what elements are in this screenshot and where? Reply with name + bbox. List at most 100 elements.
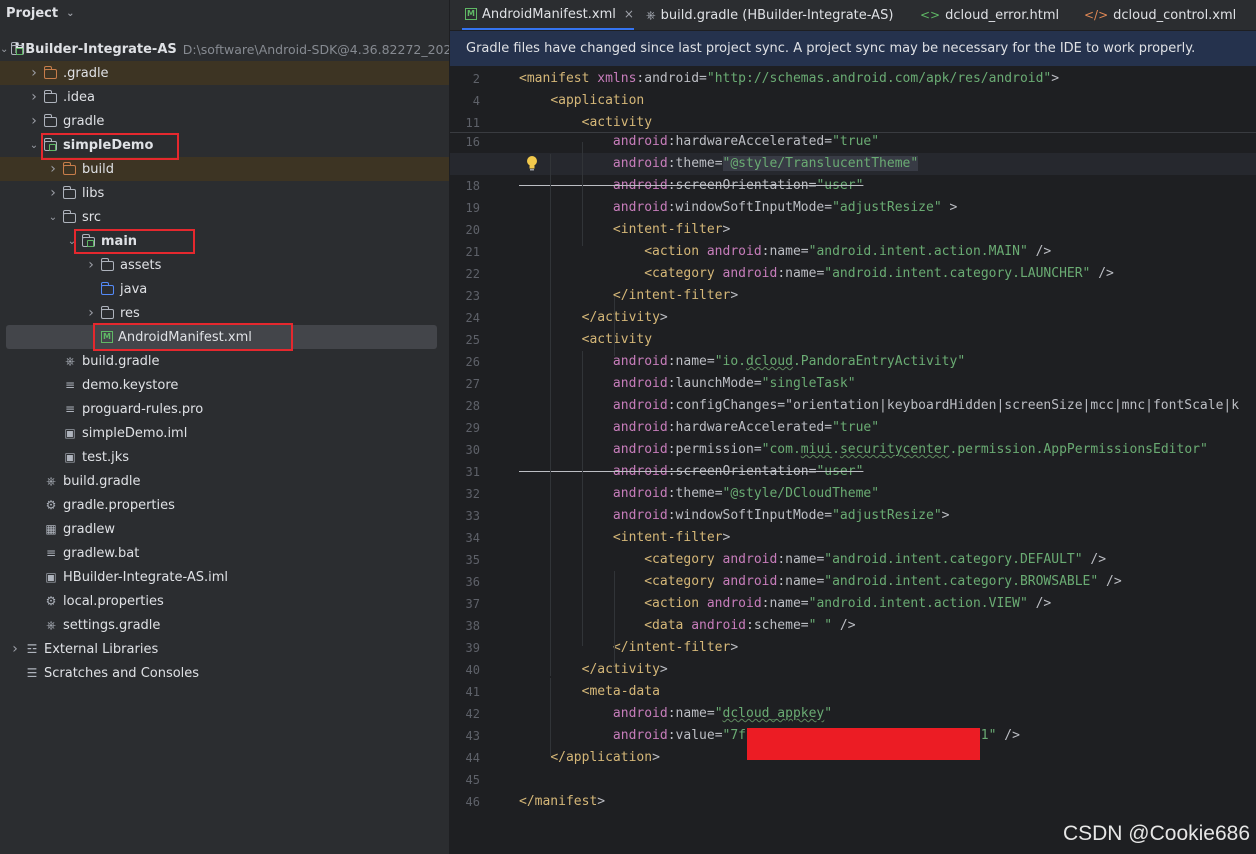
gradle-elephant-icon: ⎈ bbox=[46, 473, 56, 488]
chevron-right-icon[interactable]: › bbox=[8, 641, 22, 657]
chevron-right-icon[interactable]: › bbox=[46, 185, 60, 201]
code-editor[interactable]: 2411161718192021222324252627282930313233… bbox=[450, 66, 1256, 854]
iml-file-icon: ▣ bbox=[45, 570, 57, 584]
editor-tabs: M AndroidManifest.xml × ⎈ build.gradle (… bbox=[450, 0, 1256, 31]
chevron-right-icon[interactable]: › bbox=[27, 113, 41, 129]
tree-item[interactable]: ▣ simpleDemo.iml bbox=[0, 421, 449, 445]
code-line[interactable]: <category android:name="android.intent.c… bbox=[519, 549, 1106, 571]
chevron-down-icon[interactable]: ⌄ bbox=[27, 140, 41, 151]
tree-item-label: External Libraries bbox=[44, 641, 159, 657]
tree-item[interactable]: › gradle bbox=[0, 109, 449, 133]
tree-item[interactable]: java bbox=[0, 277, 449, 301]
tree-item-label: settings.gradle bbox=[63, 617, 161, 633]
line-number: 27 bbox=[465, 377, 480, 391]
tab-dcloud-control[interactable]: </> dcloud_control.xml bbox=[1084, 0, 1236, 30]
tree-item-label: assets bbox=[120, 257, 162, 273]
tree-item[interactable]: › .idea bbox=[0, 85, 449, 109]
code-line[interactable]: <activity bbox=[519, 329, 652, 351]
code-line[interactable]: </intent-filter> bbox=[519, 285, 738, 307]
manifest-file-icon: M bbox=[465, 8, 477, 20]
code-line[interactable]: android:screenOrientation="user" bbox=[519, 461, 863, 483]
tree-item[interactable]: ☰ Scratches and Consoles bbox=[0, 661, 449, 685]
code-line[interactable]: </activity> bbox=[519, 307, 668, 329]
tree-item[interactable]: ▣ test.jks bbox=[0, 445, 449, 469]
tree-item[interactable]: ≡ gradlew.bat bbox=[0, 541, 449, 565]
code-line[interactable]: android:hardwareAccelerated="true" bbox=[519, 131, 879, 153]
tree-item-label: build.gradle bbox=[63, 473, 141, 489]
code-line[interactable]: android:name="dcloud_appkey" bbox=[519, 703, 832, 725]
tab-androidmanifest[interactable]: M AndroidManifest.xml × bbox=[462, 0, 634, 30]
gradle-elephant-icon: ⎈ bbox=[46, 617, 56, 632]
tree-item[interactable]: › .gradle bbox=[0, 61, 449, 85]
sticky-lines-separator bbox=[450, 132, 1256, 133]
text-file-icon: ≡ bbox=[64, 378, 76, 392]
tree-item[interactable]: ≡ demo.keystore bbox=[0, 373, 449, 397]
chevron-right-icon[interactable]: › bbox=[27, 89, 41, 105]
settings-gear-icon: ⚙ bbox=[45, 594, 57, 608]
close-icon[interactable]: × bbox=[624, 7, 634, 21]
tab-label: dcloud_control.xml bbox=[1113, 7, 1237, 23]
code-line[interactable]: android:hardwareAccelerated="true" bbox=[519, 417, 879, 439]
tree-item-label: local.properties bbox=[63, 593, 164, 609]
code-line[interactable]: android:windowSoftInputMode="adjustResiz… bbox=[519, 197, 957, 219]
code-line[interactable]: <application bbox=[519, 90, 644, 112]
tree-item[interactable]: ≡ proguard-rules.pro bbox=[0, 397, 449, 421]
tree-item[interactable]: ⌄ main bbox=[0, 229, 449, 253]
chevron-right-icon[interactable]: › bbox=[46, 161, 60, 177]
chevron-right-icon[interactable]: › bbox=[84, 257, 98, 273]
code-line[interactable]: </application> bbox=[519, 747, 660, 769]
chevron-right-icon[interactable]: › bbox=[84, 305, 98, 321]
tab-build-gradle[interactable]: ⎈ build.gradle (HBuilder-Integrate-AS) bbox=[646, 0, 893, 30]
lightbulb-icon[interactable] bbox=[526, 155, 538, 171]
tree-item-label: .gradle bbox=[63, 65, 109, 81]
code-line[interactable]: android:theme="@style/DCloudTheme" bbox=[519, 483, 879, 505]
chevron-down-icon[interactable]: ⌄ bbox=[0, 44, 8, 55]
indent-guide bbox=[550, 678, 551, 756]
tree-item[interactable]: › res bbox=[0, 301, 449, 325]
code-line[interactable]: <manifest xmlns:android="http://schemas.… bbox=[519, 68, 1059, 90]
code-line[interactable]: <data android:scheme=" " /> bbox=[519, 615, 855, 637]
tree-item[interactable]: › libs bbox=[0, 181, 449, 205]
chevron-down-icon[interactable]: ⌄ bbox=[66, 8, 74, 19]
tree-item[interactable]: ⚙ local.properties bbox=[0, 589, 449, 613]
code-line[interactable]: <meta-data bbox=[519, 681, 660, 703]
folder-icon bbox=[62, 209, 78, 224]
code-line[interactable]: android:name="io.dcloud.PandoraEntryActi… bbox=[519, 351, 965, 373]
code-line[interactable]: </manifest> bbox=[519, 791, 605, 813]
line-number: 22 bbox=[465, 267, 480, 281]
line-number: 20 bbox=[465, 223, 480, 237]
folder-icon bbox=[100, 257, 116, 272]
chevron-right-icon[interactable]: › bbox=[27, 65, 41, 81]
tab-label: build.gradle (HBuilder-Integrate-AS) bbox=[660, 7, 894, 23]
code-line[interactable]: android:screenOrientation="user" bbox=[519, 175, 863, 197]
tree-item[interactable]: ⎈ settings.gradle bbox=[0, 613, 449, 637]
line-number: 44 bbox=[465, 751, 480, 765]
tree-item[interactable]: › build bbox=[0, 157, 449, 181]
tree-item[interactable]: ⎈ build.gradle bbox=[0, 349, 449, 373]
code-line[interactable]: </activity> bbox=[519, 659, 668, 681]
code-line[interactable]: android:configChanges="orientation|keybo… bbox=[519, 395, 1239, 417]
code-line[interactable]: android:permission="com.miui.securitycen… bbox=[519, 439, 1208, 461]
tree-item[interactable]: ⌄ HBuilder-Integrate-AS D:\software\Androi… bbox=[0, 37, 449, 61]
tree-item[interactable]: ▣ HBuilder-Integrate-AS.iml bbox=[0, 565, 449, 589]
code-line[interactable]: android:windowSoftInputMode="adjustResiz… bbox=[519, 505, 950, 527]
code-line[interactable]: android:theme="@style/TranslucentTheme" bbox=[519, 153, 919, 175]
tree-item[interactable]: ▦ gradlew bbox=[0, 517, 449, 541]
chevron-down-icon[interactable]: ⌄ bbox=[46, 212, 60, 223]
tree-item[interactable]: › ☲ External Libraries bbox=[0, 637, 449, 661]
code-line[interactable]: android:launchMode="singleTask" bbox=[519, 373, 856, 395]
tree-item[interactable]: ⎈ build.gradle bbox=[0, 469, 449, 493]
tree-item[interactable]: ⌄ src bbox=[0, 205, 449, 229]
library-icon: ☲ bbox=[26, 642, 38, 656]
code-line[interactable]: <category android:name="android.intent.c… bbox=[519, 263, 1114, 285]
tree-item-label: java bbox=[120, 281, 148, 297]
project-view-selector[interactable]: Project ⌄ bbox=[6, 4, 74, 22]
tab-dcloud-error[interactable]: <> dcloud_error.html bbox=[920, 0, 1059, 30]
tree-item[interactable]: ⚙ gradle.properties bbox=[0, 493, 449, 517]
code-line[interactable]: <action android:name="android.intent.act… bbox=[519, 241, 1051, 263]
code-line[interactable]: <action android:name="android.intent.act… bbox=[519, 593, 1051, 615]
tree-item[interactable]: › assets bbox=[0, 253, 449, 277]
code-line[interactable]: </intent-filter> bbox=[519, 637, 738, 659]
line-number: 30 bbox=[465, 443, 480, 457]
code-line[interactable]: <category android:name="android.intent.c… bbox=[519, 571, 1121, 593]
